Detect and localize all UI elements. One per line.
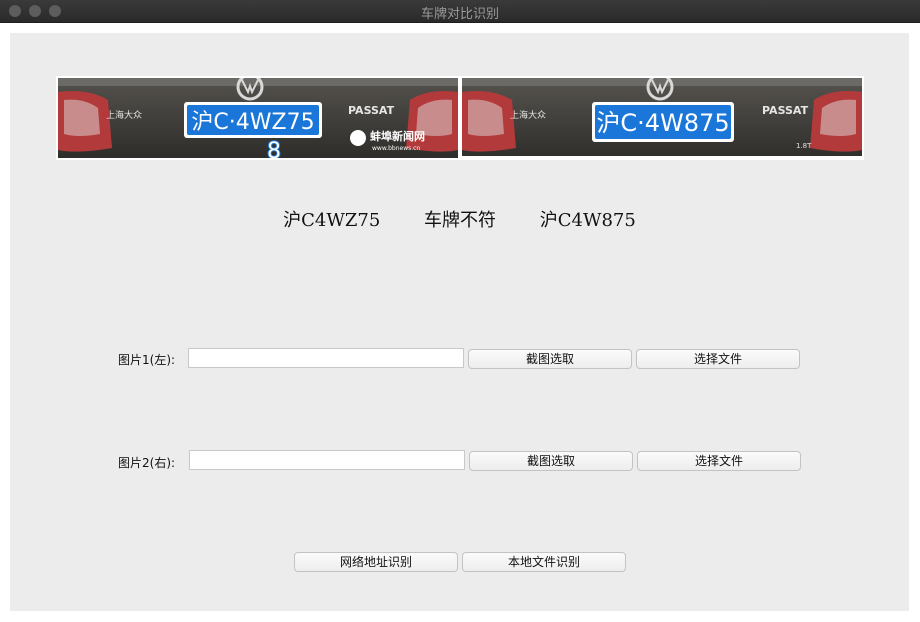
url-recognize-button[interactable]: 网络地址识别 bbox=[294, 552, 458, 572]
recognition-results: 沪C4WZ75 车牌不符 沪C4W875 bbox=[10, 206, 909, 232]
right-engine-badge: 1.8T bbox=[796, 142, 812, 150]
left-plate-result: 沪C4WZ75 bbox=[283, 210, 381, 231]
left-plate-text: 沪C·4WZ75 bbox=[191, 110, 314, 135]
main-panel: 上海大众 沪C·4WZ75 8 PASSAT 蚌埠新闻网 www.bbnews.… bbox=[10, 33, 909, 611]
title-bar: 车牌对比识别 bbox=[0, 0, 920, 23]
image2-label: 图片2(右): bbox=[118, 456, 176, 470]
image2-capture-button[interactable]: 截图选取 bbox=[469, 451, 633, 471]
left-watermark: 蚌埠新闻网 bbox=[370, 129, 425, 143]
local-recognize-button[interactable]: 本地文件识别 bbox=[462, 552, 626, 572]
right-plate-result: 沪C4W875 bbox=[539, 210, 636, 231]
image1-path-input[interactable] bbox=[188, 348, 464, 368]
right-plate-text: 沪C·4W875 bbox=[596, 109, 729, 137]
image1-file-button[interactable]: 选择文件 bbox=[636, 349, 800, 369]
image1-label: 图片1(左): bbox=[118, 353, 176, 367]
right-maker-text: 上海大众 bbox=[510, 109, 546, 121]
left-plate-image: 上海大众 沪C·4WZ75 8 PASSAT 蚌埠新闻网 www.bbnews.… bbox=[56, 76, 460, 160]
image2-path-input[interactable] bbox=[189, 450, 465, 470]
left-overlay-char: 8 bbox=[267, 139, 281, 158]
left-maker-text: 上海大众 bbox=[106, 109, 142, 121]
right-plate-image: 上海大众 沪C·4W875 PASSAT 1.8T bbox=[460, 76, 864, 160]
window-title: 车牌对比识别 bbox=[420, 7, 499, 22]
left-badge-text: PASSAT bbox=[348, 104, 395, 117]
right-badge-text: PASSAT bbox=[762, 104, 809, 117]
image1-capture-button[interactable]: 截图选取 bbox=[468, 349, 632, 369]
left-watermark-url: www.bbnews.cn bbox=[372, 145, 420, 152]
image2-file-button[interactable]: 选择文件 bbox=[637, 451, 801, 471]
compare-result: 车牌不符 bbox=[424, 210, 497, 231]
